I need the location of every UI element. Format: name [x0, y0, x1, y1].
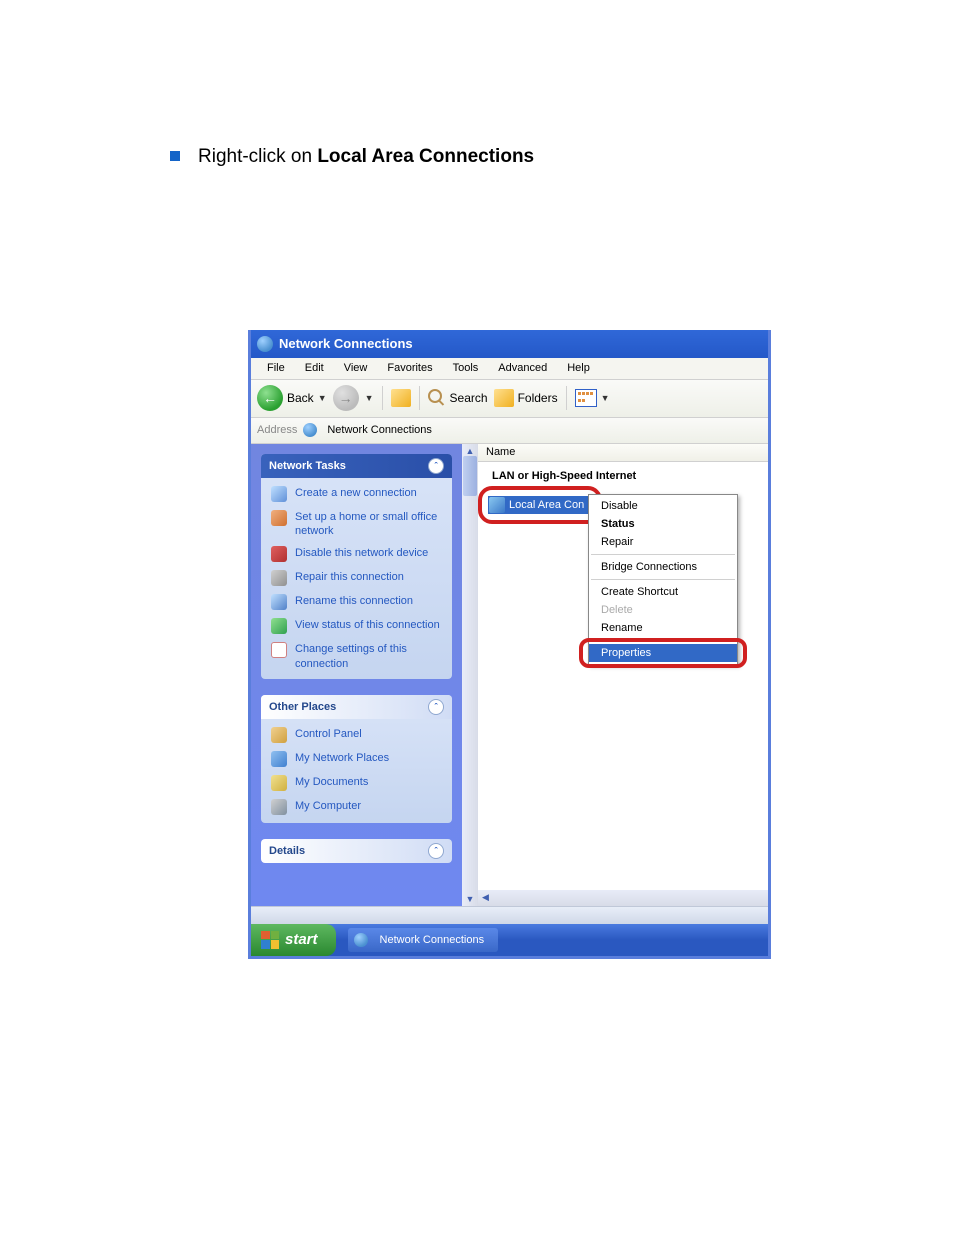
- windows-logo-icon: [261, 931, 279, 949]
- chevron-down-icon[interactable]: ▼: [365, 393, 374, 403]
- menubar: File Edit View Favorites Tools Advanced …: [251, 358, 768, 380]
- panel-header-places[interactable]: Other Places ˆ: [261, 695, 452, 719]
- place-control-panel[interactable]: Control Panel: [271, 727, 442, 743]
- taskbar-item-network-connections[interactable]: Network Connections: [348, 928, 499, 952]
- up-folder-button[interactable]: [391, 389, 411, 407]
- horizontal-scrollbar[interactable]: ◀: [478, 890, 768, 906]
- collapse-icon[interactable]: ˆ: [428, 843, 444, 859]
- local-area-connection-item[interactable]: Local Area Con: [488, 496, 588, 514]
- window: Network Connections File Edit View Favor…: [248, 330, 771, 959]
- ctx-bridge[interactable]: Bridge Connections: [589, 558, 737, 576]
- window-title: Network Connections: [279, 336, 413, 351]
- menu-advanced[interactable]: Advanced: [488, 362, 557, 374]
- menu-edit[interactable]: Edit: [295, 362, 334, 374]
- scroll-thumb[interactable]: [463, 456, 477, 496]
- bullet-icon: [170, 151, 180, 161]
- network-tasks-panel: Network Tasks ˆ Create a new connection …: [261, 454, 452, 679]
- ctx-properties[interactable]: Properties: [589, 644, 737, 662]
- search-button[interactable]: Search: [428, 389, 488, 407]
- ctx-repair[interactable]: Repair: [589, 533, 737, 551]
- separator: [591, 640, 735, 641]
- chevron-down-icon[interactable]: ▼: [318, 393, 327, 403]
- search-icon: [428, 389, 446, 407]
- task-disable-device[interactable]: Disable this network device: [271, 546, 442, 562]
- views-button[interactable]: ▼: [575, 389, 610, 407]
- highlight-annotation: [478, 486, 602, 524]
- start-button[interactable]: start: [251, 924, 336, 956]
- panel-header-tasks[interactable]: Network Tasks ˆ: [261, 454, 452, 478]
- separator: [591, 554, 735, 555]
- column-header-name[interactable]: Name: [478, 444, 768, 462]
- task-change-settings[interactable]: Change settings of this connection: [271, 642, 442, 671]
- menu-help[interactable]: Help: [557, 362, 600, 374]
- details-panel: Details ˆ: [261, 839, 452, 863]
- scroll-left-icon[interactable]: ◀: [478, 892, 493, 903]
- forward-button[interactable]: →: [333, 385, 359, 411]
- instruction-text: Right-click on Local Area Connections: [198, 145, 534, 170]
- menu-favorites[interactable]: Favorites: [377, 362, 442, 374]
- taskbar: start Network Connections: [251, 924, 768, 956]
- content-pane: ▲ ▼ Name LAN or High-Speed Internet Loca…: [462, 444, 768, 906]
- place-my-computer[interactable]: My Computer: [271, 799, 442, 815]
- menu-tools[interactable]: Tools: [443, 362, 489, 374]
- separator: [591, 579, 735, 580]
- statusbar: [251, 906, 768, 924]
- back-arrow-icon: ←: [257, 385, 283, 411]
- ctx-status[interactable]: Status: [589, 515, 737, 533]
- task-rename-connection[interactable]: Rename this connection: [271, 594, 442, 610]
- ctx-rename[interactable]: Rename: [589, 619, 737, 637]
- titlebar[interactable]: Network Connections: [251, 330, 768, 358]
- task-repair-connection[interactable]: Repair this connection: [271, 570, 442, 586]
- menu-file[interactable]: File: [257, 362, 295, 374]
- scroll-down-icon[interactable]: ▼: [466, 894, 475, 904]
- menu-view[interactable]: View: [334, 362, 378, 374]
- address-label: Address: [257, 424, 297, 436]
- folder-icon: [494, 389, 514, 407]
- task-create-connection[interactable]: Create a new connection: [271, 486, 442, 502]
- place-my-documents[interactable]: My Documents: [271, 775, 442, 791]
- scroll-up-icon[interactable]: ▲: [466, 446, 475, 456]
- app-icon: [354, 933, 368, 947]
- ctx-delete: Delete: [589, 601, 737, 619]
- sidebar: Network Tasks ˆ Create a new connection …: [251, 444, 462, 906]
- ctx-shortcut[interactable]: Create Shortcut: [589, 583, 737, 601]
- vertical-scrollbar[interactable]: ▲ ▼: [462, 444, 478, 906]
- collapse-icon[interactable]: ˆ: [428, 699, 444, 715]
- folders-button[interactable]: Folders: [494, 389, 558, 407]
- back-button[interactable]: ← Back ▼: [257, 385, 327, 411]
- context-menu: Disable Status Repair Bridge Connections…: [588, 494, 738, 665]
- location-icon: [303, 423, 317, 437]
- other-places-panel: Other Places ˆ Control Panel My Network …: [261, 695, 452, 823]
- ctx-disable[interactable]: Disable: [589, 497, 737, 515]
- task-view-status[interactable]: View status of this connection: [271, 618, 442, 634]
- app-icon: [257, 336, 273, 352]
- task-setup-network[interactable]: Set up a home or small office network: [271, 510, 442, 539]
- address-field[interactable]: Network Connections: [303, 423, 432, 437]
- group-header: LAN or High-Speed Internet: [478, 462, 768, 486]
- panel-header-details[interactable]: Details ˆ: [261, 839, 452, 863]
- chevron-down-icon: ▼: [601, 393, 610, 403]
- place-network-places[interactable]: My Network Places: [271, 751, 442, 767]
- toolbar: ← Back ▼ → ▼ Search Folders ▼: [251, 380, 768, 418]
- collapse-icon[interactable]: ˆ: [428, 458, 444, 474]
- addressbar: Address Network Connections: [251, 418, 768, 444]
